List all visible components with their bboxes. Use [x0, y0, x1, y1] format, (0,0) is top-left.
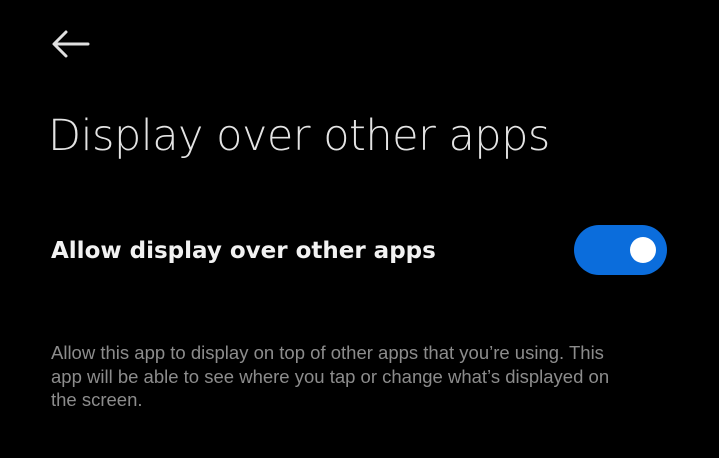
page-title: Display over other apps	[48, 111, 550, 161]
back-button[interactable]	[50, 24, 98, 64]
toggle-knob	[630, 237, 656, 263]
setting-label: Allow display over other apps	[51, 238, 436, 264]
setting-description: Allow this app to display on top of othe…	[51, 342, 610, 410]
allow-display-over-other-apps-row[interactable]: Allow display over other apps	[0, 218, 719, 284]
allow-display-toggle[interactable]	[574, 225, 667, 275]
arrow-left-icon	[50, 29, 90, 59]
